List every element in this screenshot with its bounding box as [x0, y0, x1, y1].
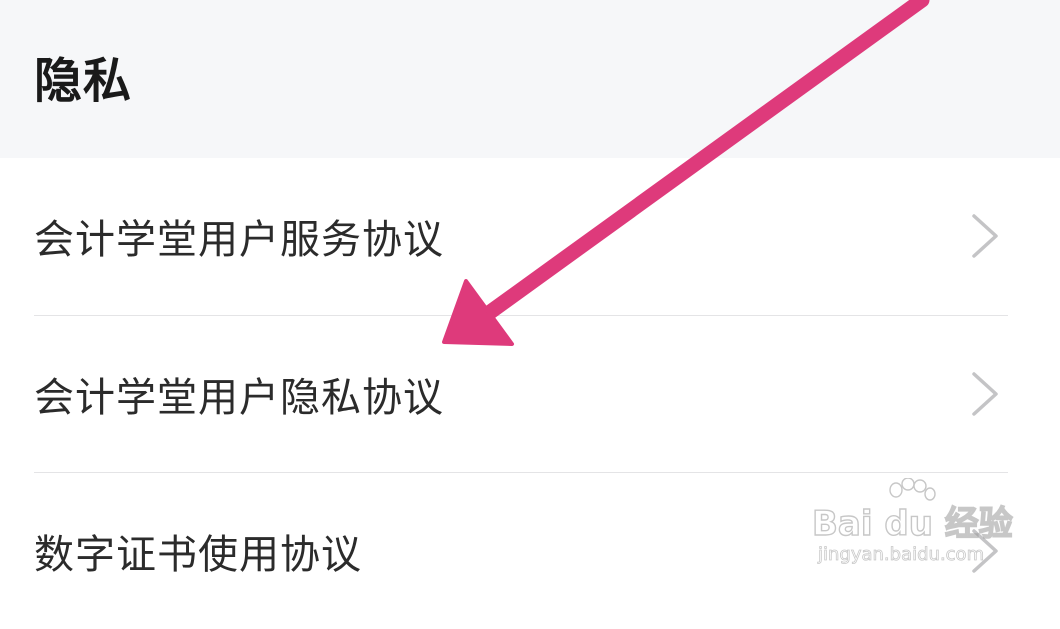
section-title: 隐私 [34, 53, 133, 109]
list-item-user-privacy-agreement[interactable]: 会计学堂用户隐私协议 [0, 316, 1060, 472]
list-item-label: 会计学堂用户隐私协议 [34, 375, 444, 421]
chevron-right-icon [972, 529, 998, 573]
section-header: 隐私 [0, 0, 1060, 158]
settings-list: 会计学堂用户服务协议 会计学堂用户隐私协议 数字证书使用协议 [0, 158, 1060, 595]
list-item-digital-certificate-agreement[interactable]: 数字证书使用协议 [0, 473, 1060, 629]
list-item-label: 数字证书使用协议 [34, 532, 362, 578]
list-item-user-service-agreement[interactable]: 会计学堂用户服务协议 [0, 158, 1060, 314]
chevron-right-icon [972, 372, 998, 416]
chevron-right-icon [972, 214, 998, 258]
list-item-label: 会计学堂用户服务协议 [34, 217, 444, 263]
